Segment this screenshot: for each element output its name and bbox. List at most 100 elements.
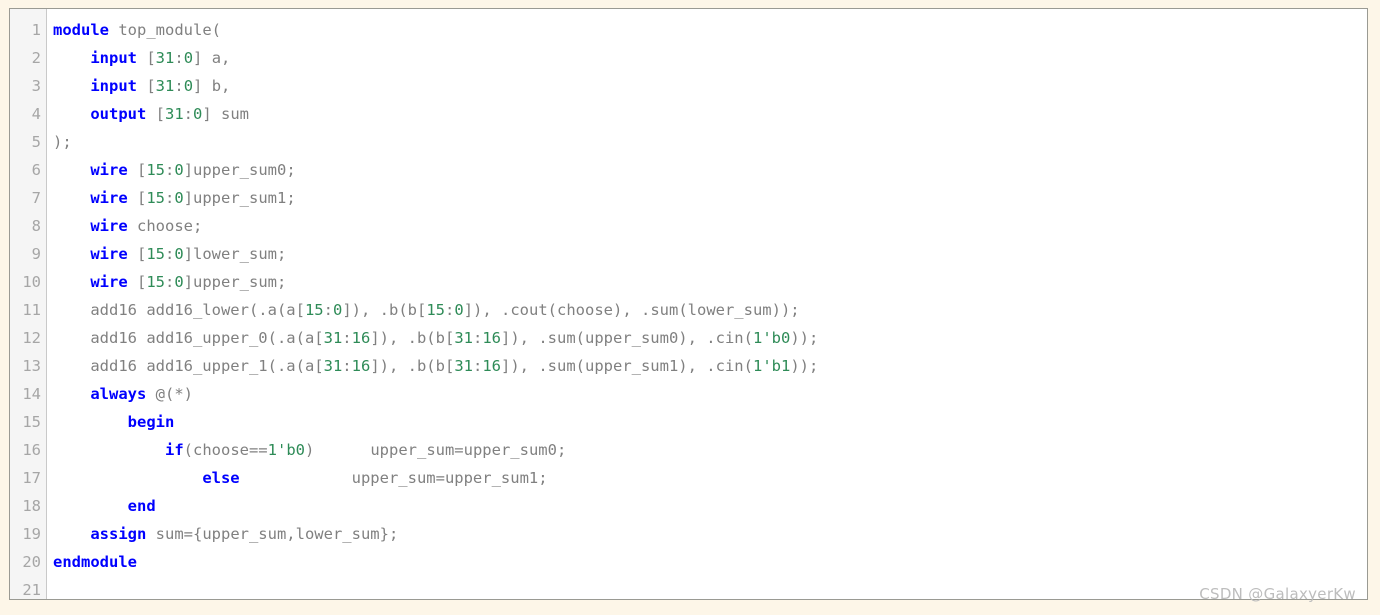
code-text: : <box>323 301 333 319</box>
line-number: 1 <box>31 21 41 39</box>
code-text: : <box>445 301 455 319</box>
code-text: add16 add16_upper_1(.a(a[ <box>90 357 324 375</box>
code-line[interactable]: add16 add16_lower(.a(a[15:0]), .b(b[15:0… <box>53 296 1367 324</box>
code-keyword: wire <box>90 245 128 263</box>
code-text: ) upper_sum=upper_sum0; <box>305 441 567 459</box>
code-line[interactable]: add16 add16_upper_0(.a(a[31:16]), .b(b[3… <box>53 324 1367 352</box>
code-line[interactable] <box>53 576 1367 599</box>
line-number: 4 <box>31 105 41 123</box>
code-keyword: begin <box>127 413 175 431</box>
line-number-gutter: 1 2 3 4 5 6 7 8 9 10 11 12 13 14 15 16 17 18 19 20 21 <box>10 9 47 599</box>
line-number: 21 <box>22 581 41 599</box>
code-text: add16 add16_upper_0(.a(a[ <box>90 329 324 347</box>
code-keyword: wire <box>90 273 128 291</box>
code-line[interactable]: wire [15:0]upper_sum; <box>53 268 1367 296</box>
code-text: ] b, <box>193 77 231 95</box>
code-text: ] sum <box>202 105 250 123</box>
code-keyword: output <box>90 105 147 123</box>
code-keyword: wire <box>90 161 128 179</box>
code-line[interactable]: wire [15:0]upper_sum1; <box>53 184 1367 212</box>
code-number: 15 <box>146 273 165 291</box>
code-text: )); <box>790 357 819 375</box>
code-line[interactable]: wire [15:0]upper_sum0; <box>53 156 1367 184</box>
line-number: 17 <box>22 469 41 487</box>
code-keyword: end <box>127 497 156 515</box>
code-number: 0 <box>193 105 203 123</box>
code-text: add16 add16_lower(.a(a[ <box>90 301 305 319</box>
code-line[interactable]: endmodule <box>53 548 1367 576</box>
code-line[interactable]: else upper_sum=upper_sum1; <box>53 464 1367 492</box>
line-number: 7 <box>31 189 41 207</box>
code-number: 0 <box>174 161 184 179</box>
code-number: 0 <box>183 49 194 67</box>
code-line[interactable]: end <box>53 492 1367 520</box>
code-text: ]), .b(b[ <box>370 357 455 375</box>
code-keyword: always <box>90 385 147 403</box>
code-line[interactable]: input [31:0] a, <box>53 44 1367 72</box>
code-keyword: wire <box>90 217 128 235</box>
code-text: ]upper_sum0; <box>183 161 296 179</box>
code-text: ]), .sum(upper_sum1), .cin( <box>501 357 753 375</box>
code-text: : <box>472 329 483 347</box>
code-number: 31 <box>155 49 175 67</box>
code-number: 15 <box>146 189 165 207</box>
line-number: 3 <box>31 77 41 95</box>
code-number: 0 <box>183 77 194 95</box>
code-number: 15 <box>146 161 165 179</box>
code-text: upper_sum=upper_sum1; <box>239 469 548 487</box>
code-keyword: endmodule <box>53 553 137 571</box>
code-line[interactable]: assign sum={upper_sum,lower_sum}; <box>53 520 1367 548</box>
code-keyword: else <box>202 469 240 487</box>
code-text: : <box>165 273 175 291</box>
line-number: 19 <box>22 525 41 543</box>
line-number: 13 <box>22 357 41 375</box>
code-line[interactable]: always @(*) <box>53 380 1367 408</box>
line-number: 2 <box>31 49 41 67</box>
code-line[interactable]: input [31:0] b, <box>53 72 1367 100</box>
code-text: : <box>472 357 483 375</box>
code-number: 1 <box>752 329 763 347</box>
code-keyword: wire <box>90 189 128 207</box>
code-keyword: if <box>164 441 184 459</box>
code-number: 'b0 <box>277 441 305 459</box>
csdn-watermark: CSDN @GalaxyerKw <box>1199 585 1356 603</box>
code-text: : <box>165 161 175 179</box>
line-number: 20 <box>22 553 41 571</box>
code-text: [ <box>127 273 147 291</box>
code-text: [ <box>146 105 165 123</box>
code-number: 16 <box>351 357 371 375</box>
code-line[interactable]: if(choose==1'b0) upper_sum=upper_sum0; <box>53 436 1367 464</box>
code-text: [ <box>127 161 147 179</box>
code-number: 31 <box>323 357 343 375</box>
code-line[interactable]: output [31:0] sum <box>53 100 1367 128</box>
code-number: 1 <box>752 357 763 375</box>
code-keyword: assign <box>90 525 147 543</box>
code-number: 0 <box>454 301 464 319</box>
code-number: 15 <box>146 245 165 263</box>
code-text: ]upper_sum; <box>183 273 287 291</box>
line-number: 9 <box>31 245 41 263</box>
line-number: 11 <box>22 301 41 319</box>
code-number: 'b0 <box>762 329 791 347</box>
code-line[interactable]: add16 add16_upper_1(.a(a[31:16]), .b(b[3… <box>53 352 1367 380</box>
code-line[interactable]: module top_module( <box>53 16 1367 44</box>
code-content-area[interactable]: module top_module( input [31:0] a, input… <box>47 9 1367 599</box>
code-line[interactable]: ); <box>53 128 1367 156</box>
line-number: 15 <box>22 413 41 431</box>
code-text: ]lower_sum; <box>183 245 287 263</box>
code-block: 1 2 3 4 5 6 7 8 9 10 11 12 13 14 15 16 17 18 19 20 21 module… <box>9 8 1368 600</box>
code-line[interactable]: wire [15:0]lower_sum; <box>53 240 1367 268</box>
line-number: 6 <box>31 161 41 179</box>
code-text: ]), .b(b[ <box>370 329 455 347</box>
code-line[interactable]: begin <box>53 408 1367 436</box>
code-text: ]), .cout(choose), .sum(lower_sum)); <box>463 301 800 319</box>
code-text: : <box>342 329 352 347</box>
code-text: : <box>165 245 175 263</box>
code-line[interactable]: wire choose; <box>53 212 1367 240</box>
